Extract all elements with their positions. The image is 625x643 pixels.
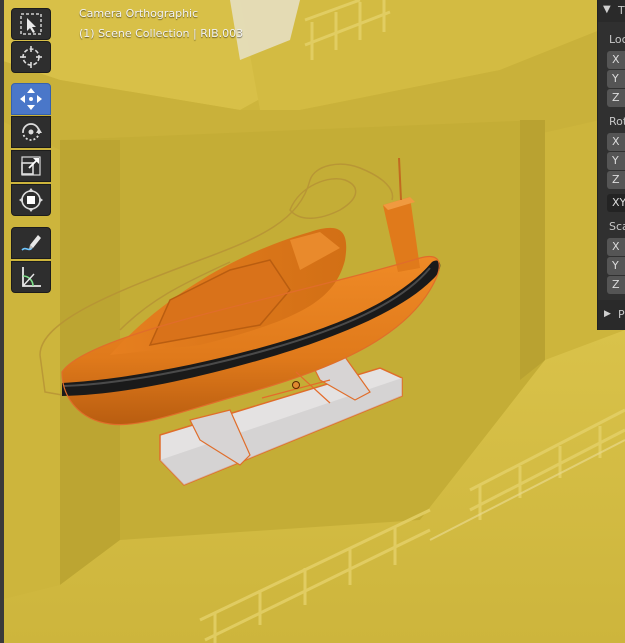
location-y-field[interactable]: Y [607, 70, 625, 88]
3d-viewport[interactable]: Camera Orthographic (1) Scene Collection… [0, 0, 625, 643]
collapsed-panel-section[interactable]: ▶ P [597, 300, 625, 330]
rotate-icon [22, 123, 42, 141]
location-x-field[interactable]: X [607, 51, 625, 69]
scale-icon [21, 156, 41, 176]
move-tool[interactable] [11, 83, 51, 115]
transform-icon [19, 188, 43, 212]
collapsed-section-label: P [618, 308, 625, 321]
transform-tool[interactable] [11, 184, 51, 216]
expand-arrow-icon: ▼ [603, 4, 611, 15]
panel-header[interactable]: ▼ T [598, 0, 625, 22]
scale-y-field[interactable]: Y [607, 257, 625, 275]
annotate-tool[interactable] [11, 227, 51, 259]
measure-tool[interactable] [11, 261, 51, 293]
rotation-label: Rot [609, 115, 625, 128]
sidebar-panel[interactable]: ▼ T Loc X Y Z Rot X Y Z XY Sca X Y Z [597, 0, 625, 300]
scale-tool[interactable] [11, 150, 51, 182]
rotation-mode-select[interactable]: XY [607, 194, 625, 212]
rotation-x-field[interactable]: X [607, 133, 625, 151]
scale-label: Sca [609, 220, 625, 233]
rotate-tool[interactable] [11, 116, 51, 148]
rotation-y-field[interactable]: Y [607, 152, 625, 170]
panel-header-label: T [618, 4, 625, 17]
rotation-z-field[interactable]: Z [607, 171, 625, 189]
move-arrows-icon [20, 88, 42, 110]
cursor-tool[interactable] [11, 41, 51, 73]
scale-z-field[interactable]: Z [607, 276, 625, 294]
scene-render [0, 0, 625, 643]
collapsed-arrow-icon: ▶ [604, 309, 611, 319]
scale-x-field[interactable]: X [607, 238, 625, 256]
location-z-field[interactable]: Z [607, 89, 625, 107]
location-label: Loc [609, 33, 625, 46]
3d-cursor-icon [20, 46, 42, 68]
measure-ruler-icon [22, 267, 41, 287]
annotate-pencil-icon [21, 235, 41, 251]
viewport-info: (1) Scene Collection | RIB.003 [79, 27, 244, 40]
select-box-tool[interactable] [11, 8, 51, 40]
cursor-box-icon [20, 13, 42, 35]
viewport-title: Camera Orthographic [79, 7, 199, 20]
